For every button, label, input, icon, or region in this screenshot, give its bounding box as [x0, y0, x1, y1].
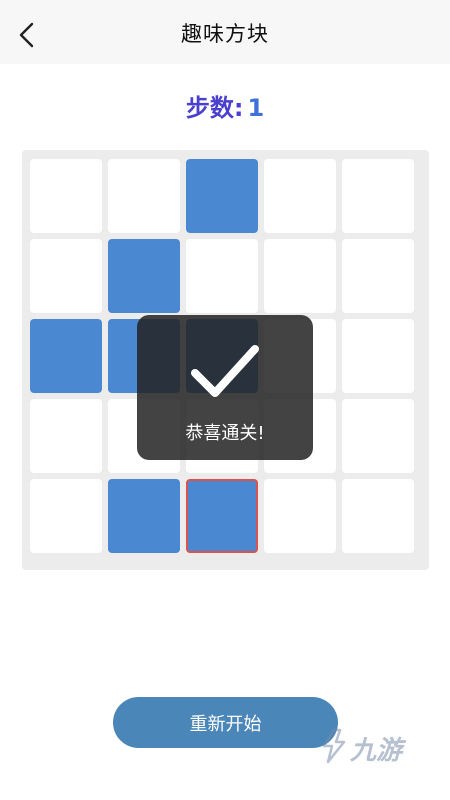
page-title: 趣味方块: [181, 22, 269, 46]
toast-message: 恭喜通关!: [185, 423, 265, 444]
grid-cell-r0-c1[interactable]: [108, 159, 180, 233]
grid-cell-r1-c3[interactable]: [264, 239, 336, 313]
grid-cell-r2-c4[interactable]: [342, 319, 414, 393]
grid-cell-r4-c4[interactable]: [342, 479, 414, 553]
step-counter: 步数: 1: [0, 88, 450, 123]
watermark-icon: [322, 728, 346, 764]
grid-cell-r1-c0[interactable]: [30, 239, 102, 313]
grid-cell-r4-c3[interactable]: [264, 479, 336, 553]
grid-cell-r1-c2[interactable]: [186, 239, 258, 313]
app-header: 趣味方块: [0, 0, 450, 64]
restart-button[interactable]: 重新开始: [113, 697, 338, 748]
success-toast: 恭喜通关!: [137, 315, 313, 460]
grid-cell-r0-c0[interactable]: [30, 159, 102, 233]
grid-cell-r4-c1[interactable]: [108, 479, 180, 553]
grid-cell-r0-c2[interactable]: [186, 159, 258, 233]
watermark-text: 九游: [350, 736, 403, 766]
step-counter-value: 1: [247, 94, 265, 122]
check-icon: [191, 345, 259, 397]
grid-cell-r1-c1[interactable]: [108, 239, 180, 313]
grid-cell-r3-c4[interactable]: [342, 399, 414, 473]
step-counter-label: 步数:: [185, 94, 244, 122]
watermark-logo: 九游: [320, 724, 420, 774]
grid-cell-r4-c0[interactable]: [30, 479, 102, 553]
grid-cell-r0-c4[interactable]: [342, 159, 414, 233]
grid-cell-r3-c0[interactable]: [30, 399, 102, 473]
grid-cell-r2-c0[interactable]: [30, 319, 102, 393]
grid-cell-r1-c4[interactable]: [342, 239, 414, 313]
grid-cell-r0-c3[interactable]: [264, 159, 336, 233]
grid-cell-r4-c2[interactable]: [186, 479, 258, 553]
